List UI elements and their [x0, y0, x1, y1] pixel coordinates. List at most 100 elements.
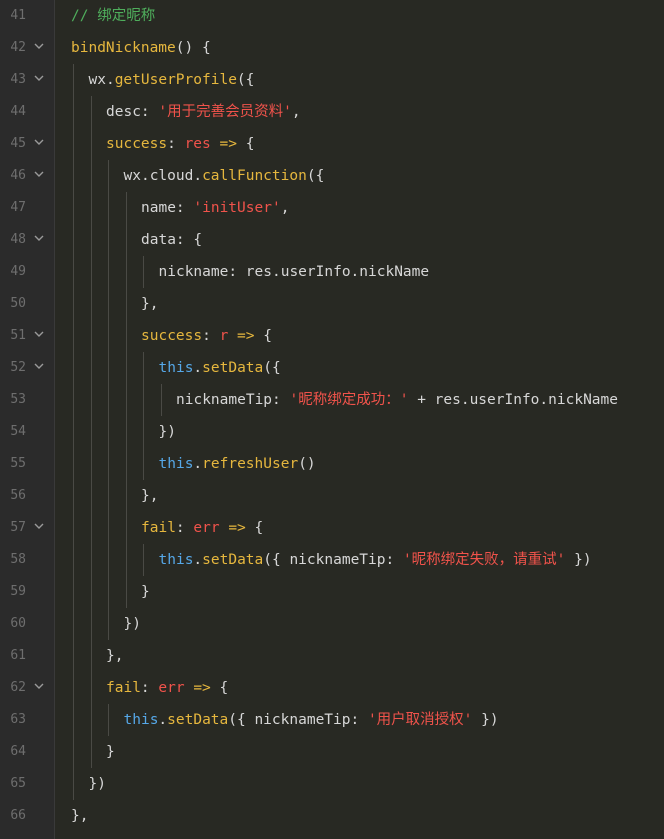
code-line[interactable]: 42 bindNickname() {: [0, 32, 664, 64]
indent-guide: [108, 608, 109, 640]
indent-guide: [90, 224, 92, 256]
code-line[interactable]: 56},: [0, 480, 664, 512]
line-number: 56: [10, 488, 26, 503]
fold-chevron-icon[interactable]: [33, 360, 45, 372]
code-token: ,: [291, 104, 301, 120]
code-token: getUserProfile: [114, 72, 237, 88]
code-line[interactable]: 50},: [0, 288, 664, 320]
code-text: this.setData({: [159, 352, 281, 384]
code-token: },: [141, 488, 159, 504]
code-token: () {: [175, 40, 211, 56]
code-token: 'initUser': [193, 200, 281, 216]
code-token: data: {: [141, 232, 203, 248]
indent-guide: [125, 544, 127, 576]
code-line[interactable]: 63 this.setData({ nicknameTip: '用户取消授权' }…: [0, 704, 664, 736]
code-text: }): [89, 768, 106, 800]
code-text: desc: '用于完善会员资料',: [106, 96, 301, 128]
line-number: 55: [10, 456, 26, 471]
fold-chevron-icon[interactable]: [33, 328, 45, 340]
code-text: success: r => {: [141, 320, 272, 352]
code-line[interactable]: 59}: [0, 576, 664, 608]
code-line[interactable]: 55 this.refreshUser(): [0, 448, 664, 480]
code-line[interactable]: 44 desc: '用于完善会员资料',: [0, 96, 664, 128]
code-token: callFunction: [202, 168, 307, 184]
code-token: .: [193, 552, 203, 568]
code-token: (): [298, 456, 316, 472]
indent-guide: [90, 480, 92, 512]
code-line[interactable]: 43 wx.getUserProfile({: [0, 64, 664, 96]
fold-chevron-icon[interactable]: [33, 520, 45, 532]
indent-guide: [143, 352, 144, 384]
indent-guide: [125, 512, 127, 544]
code-line[interactable]: 53 nicknameTip: '昵称绑定成功：' + res.userInfo.…: [0, 384, 664, 416]
code-token: refreshUser: [202, 456, 299, 472]
indent-guide: [73, 384, 74, 416]
indent-guide: [125, 224, 127, 256]
indent-guide: [90, 704, 92, 736]
code-token: nicknameTip:: [176, 392, 290, 408]
code-line[interactable]: 61},: [0, 640, 664, 672]
code-token: =>: [228, 328, 255, 344]
indent-guide: [90, 288, 92, 320]
fold-chevron-icon[interactable]: [33, 232, 45, 244]
indent-guide: [125, 416, 127, 448]
code-line[interactable]: 64}: [0, 736, 664, 768]
indent-guide: [108, 288, 109, 320]
code-token: {: [236, 136, 255, 152]
line-number: 45: [10, 136, 26, 151]
code-text: }): [159, 416, 176, 448]
code-token: this: [158, 360, 194, 376]
code-token: :: [202, 328, 220, 344]
code-line[interactable]: 47 name: 'initUser',: [0, 192, 664, 224]
code-token: setData: [202, 552, 264, 568]
indent-guide: [73, 704, 74, 736]
code-token: fail: [141, 520, 176, 536]
fold-chevron-icon[interactable]: [33, 72, 45, 84]
code-line[interactable]: 49 nickname: res.userInfo.nickName: [0, 256, 664, 288]
code-token: :: [175, 520, 194, 536]
code-text: wx.cloud.callFunction({: [124, 160, 325, 192]
code-token: {: [210, 680, 229, 696]
code-token: .: [193, 360, 203, 376]
fold-chevron-icon[interactable]: [33, 168, 45, 180]
indent-guide: [90, 640, 92, 672]
fold-chevron-icon[interactable]: [33, 136, 45, 148]
code-token: ({ nicknameTip:: [228, 712, 368, 728]
code-token: wx.: [88, 72, 115, 88]
line-number: 63: [10, 712, 26, 727]
fold-chevron-icon[interactable]: [33, 40, 45, 52]
code-line[interactable]: 54}): [0, 416, 664, 448]
code-token: '昵称绑定失败，请重试': [402, 552, 566, 568]
code-token: fail: [106, 680, 141, 696]
line-number: 53: [10, 392, 26, 407]
code-line[interactable]: 48 data: {: [0, 224, 664, 256]
indent-guide: [90, 320, 92, 352]
code-line[interactable]: 58 this.setData({ nicknameTip: '昵称绑定失败，请重…: [0, 544, 664, 576]
indent-guide: [73, 608, 74, 640]
code-line[interactable]: 51 success: r => {: [0, 320, 664, 352]
code-token: ({: [236, 72, 255, 88]
code-line[interactable]: 62 fail: err => {: [0, 672, 664, 704]
indent-guide: [125, 384, 127, 416]
code-line[interactable]: 57 fail: err => {: [0, 512, 664, 544]
indent-guide: [90, 192, 92, 224]
line-number: 49: [10, 264, 26, 279]
fold-chevron-icon[interactable]: [33, 680, 45, 692]
code-line[interactable]: 46 wx.cloud.callFunction({: [0, 160, 664, 192]
code-line[interactable]: 45 success: res => {: [0, 128, 664, 160]
code-editor[interactable]: 41// 绑定昵称 42 bindNickname() {43 wx.getUserP…: [0, 0, 664, 839]
indent-guide: [73, 224, 74, 256]
code-line[interactable]: 41 // 绑定昵称: [0, 0, 664, 32]
code-line[interactable]: 60}): [0, 608, 664, 640]
code-token: {: [254, 328, 272, 344]
code-text: },: [141, 480, 158, 512]
code-line[interactable]: 66},: [0, 800, 664, 832]
code-line[interactable]: 52 this.setData({: [0, 352, 664, 384]
indent-guide: [108, 320, 109, 352]
code-line[interactable]: 65}): [0, 768, 664, 800]
code-text: },: [71, 800, 88, 832]
indent-guide: [90, 256, 92, 288]
code-token: success: [141, 328, 203, 344]
code-token: this: [158, 552, 194, 568]
indent-guide: [108, 704, 109, 736]
